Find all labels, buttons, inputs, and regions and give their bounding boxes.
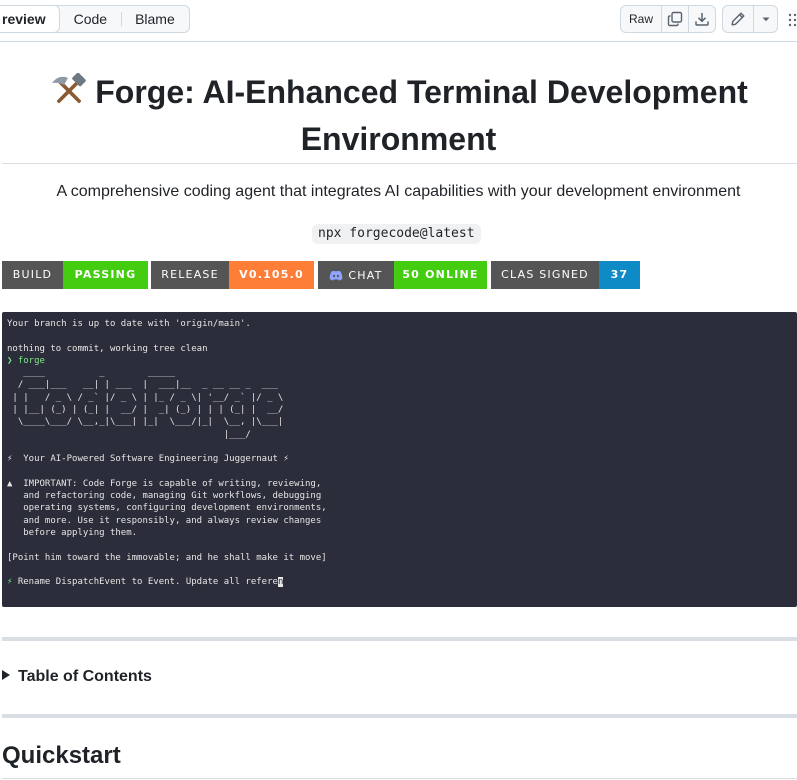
badge-value: 37 [599, 261, 640, 289]
readme-title: Forge: AI-Enhanced Terminal Development … [0, 72, 797, 160]
forge-ascii-logo: ____ _ _____ / ___|___ __| | ___ | ___|_… [12, 368, 284, 440]
quickstart-heading: Quickstart [2, 742, 121, 769]
tab-preview[interactable]: review [0, 6, 60, 32]
pencil-icon [731, 12, 745, 26]
clas-badge[interactable]: CLAS SIGNED 37 [491, 261, 640, 289]
tab-blame[interactable]: Blame [121, 6, 189, 32]
copy-button[interactable] [661, 6, 688, 32]
view-mode-switch: review Code Blame [0, 5, 190, 33]
terminal-tagline: ⚡ Your AI-Powered Software Engineering J… [7, 454, 289, 465]
toc-label: Table of Contents [18, 668, 152, 685]
badge-label-wrap: CHAT [318, 261, 394, 289]
terminal-line: nothing to commit, working tree clean [7, 343, 208, 354]
readme-title-text: Forge: AI-Enhanced Terminal Development … [95, 74, 748, 157]
badge-label: CHAT [348, 268, 383, 282]
edit-actions [722, 5, 778, 33]
badge-label: CLAS SIGNED [491, 261, 599, 289]
terminal-quote: [Point him toward the immovable; and he … [7, 552, 327, 563]
release-badge[interactable]: RELEASE V0.105.0 [151, 261, 314, 289]
badge-value: 50 ONLINE [394, 261, 487, 289]
terminal-line: Your branch is up to date with 'origin/m… [7, 319, 251, 329]
edit-button[interactable] [723, 6, 753, 32]
triangle-down-icon [762, 17, 769, 22]
badge-value: V0.105.0 [229, 261, 314, 289]
badge-label: RELEASE [151, 261, 229, 289]
discord-icon [330, 270, 343, 280]
readme-subtitle: A comprehensive coding agent that integr… [56, 183, 741, 200]
download-icon [695, 13, 709, 26]
copy-icon [667, 11, 683, 27]
terminal-screenshot: Your branch is up to date with 'origin/m… [2, 312, 797, 607]
terminal-prompt: ❯ forge [7, 355, 45, 366]
build-badge[interactable]: BUILD PASSING [2, 261, 148, 289]
terminal-input-text: Rename DispatchEvent to Event. Update al… [12, 577, 278, 588]
tab-code[interactable]: Code [60, 6, 121, 32]
file-toolbar: review Code Blame Raw [0, 0, 797, 42]
title-divider [2, 163, 797, 164]
section-divider [2, 714, 797, 718]
disclosure-triangle-icon [2, 670, 10, 680]
terminal-cursor: n [277, 577, 284, 588]
install-command: npx forgecode@latest [312, 224, 481, 244]
terminal-important-notice: ▲ IMPORTANT: Code Forge is capable of wr… [7, 478, 327, 539]
badge-value: PASSING [63, 261, 148, 289]
terminal-output: Your branch is up to date with 'origin/m… [7, 318, 327, 589]
kebab-menu-icon[interactable] [788, 12, 797, 28]
more-edit-options-button[interactable] [753, 6, 777, 32]
heading-divider [2, 778, 797, 779]
hammer-and-pick-icon [49, 72, 89, 119]
file-actions: Raw [620, 5, 716, 33]
download-button[interactable] [688, 6, 715, 32]
chat-badge[interactable]: CHAT 50 ONLINE [318, 261, 487, 289]
raw-button[interactable]: Raw [621, 6, 661, 32]
section-divider [2, 637, 797, 641]
table-of-contents-toggle[interactable]: Table of Contents [2, 668, 152, 686]
badge-label: BUILD [2, 261, 63, 289]
